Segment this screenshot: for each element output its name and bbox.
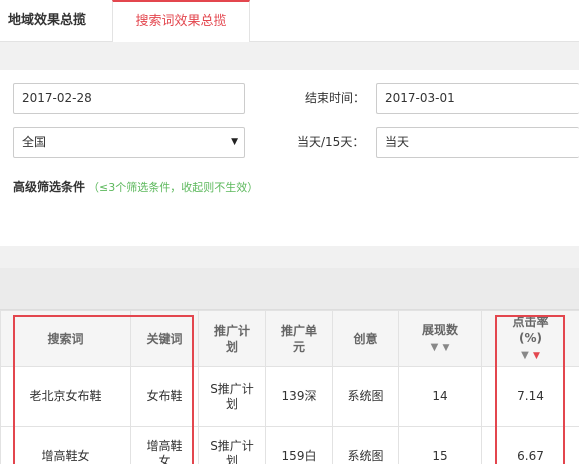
start-date-input[interactable]: 2017-02-28 [13, 83, 245, 114]
tab-search-term-overview[interactable]: 搜索词效果总揽 [112, 0, 250, 43]
sort-down-active-icon[interactable]: ▼ [533, 351, 540, 361]
cell-unit: 159白 [265, 426, 333, 464]
cell-plan: S推广计划 [198, 426, 266, 464]
cell-search-term: 老北京女布鞋 [0, 366, 131, 427]
cell-creative-text: 系统图 [347, 449, 384, 463]
cell-impressions: 15 [398, 426, 482, 464]
col-header-unit[interactable]: 推广单元 [265, 310, 333, 367]
cell-unit: 139深 [265, 366, 333, 427]
cell-search-term-text: 增高鞋女 [41, 449, 90, 463]
end-date-label: 结束时间： [305, 91, 366, 105]
col-header-impressions[interactable]: 展现数 ▼ ▼ [398, 310, 482, 367]
table-row[interactable]: 老北京女布鞋 女布鞋 S推广计划 139深 系统图 14 7.14 [0, 366, 579, 427]
cell-ctr: 7.14 [481, 366, 579, 427]
table-toolbar [0, 268, 579, 310]
end-date-input[interactable]: 2017-03-01 [376, 83, 579, 114]
col-header-impressions-label: 展现数 [421, 322, 458, 337]
cell-impressions: 14 [398, 366, 482, 427]
table-header-row: 搜索词 关键词 推广计划 推广单元 创意 展现数 ▼ ▼ 点击率(%) ▼ ▼ [0, 310, 579, 367]
col-header-plan-label: 推广计划 [214, 323, 251, 354]
day-range-select[interactable]: 当天 [376, 127, 579, 158]
cell-plan-text: S推广计划 [210, 381, 254, 411]
region-select[interactable]: 全国 ▼ [13, 127, 245, 158]
cell-plan: S推广计划 [198, 366, 266, 427]
cell-keyword: 女布鞋 [130, 366, 199, 427]
col-header-creative[interactable]: 创意 [332, 310, 399, 367]
day-range-label: 当天/15天： [297, 135, 365, 149]
filter-icon[interactable]: ▼ [521, 350, 529, 361]
advanced-filter-hint: （≤3个筛选条件，收起则不生效） [88, 181, 259, 194]
cell-search-term: 增高鞋女 [0, 426, 131, 464]
sort-down-icon[interactable]: ▼ [442, 343, 449, 353]
cell-creative: 系统图 [332, 426, 399, 464]
section-divider [0, 246, 579, 268]
col-header-plan[interactable]: 推广计划 [198, 310, 266, 367]
cell-ctr-text: 6.67 [517, 449, 544, 463]
advanced-filter-title: 高级筛选条件 [13, 180, 86, 194]
filter-icon[interactable]: ▼ [431, 342, 439, 353]
search-term-table: 搜索词 关键词 推广计划 推广单元 创意 展现数 ▼ ▼ 点击率(%) ▼ ▼ … [0, 310, 579, 464]
col-header-search-term[interactable]: 搜索词 [0, 310, 131, 367]
col-header-keyword[interactable]: 关键词 [130, 310, 199, 367]
table-row[interactable]: 增高鞋女 增高鞋女 S推广计划 159白 系统图 15 6.67 [0, 426, 579, 464]
col-header-unit-label: 推广单元 [281, 323, 318, 354]
cell-unit-text: 159白 [281, 449, 317, 463]
advanced-filter-toggle[interactable]: 高级筛选条件 （≤3个筛选条件，收起则不生效） [13, 178, 258, 197]
tab-region-overview[interactable]: 地域效果总揽 [0, 0, 112, 42]
cell-keyword-text: 增高鞋女 [146, 439, 183, 464]
cell-impressions-text: 15 [432, 449, 448, 463]
col-header-ctr[interactable]: 点击率(%) ▼ ▼ [481, 310, 579, 367]
cell-creative: 系统图 [332, 366, 399, 427]
cell-keyword: 增高鞋女 [130, 426, 199, 464]
region-value: 全国 [22, 135, 47, 149]
caret-down-icon: ▼ [231, 137, 238, 147]
cell-ctr: 6.67 [481, 426, 579, 464]
cell-plan-text: S推广计划 [210, 439, 254, 464]
col-header-ctr-label: 点击率(%) [512, 314, 549, 345]
section-divider [0, 42, 579, 70]
tab-bar: 地域效果总揽 搜索词效果总揽 [0, 0, 579, 43]
